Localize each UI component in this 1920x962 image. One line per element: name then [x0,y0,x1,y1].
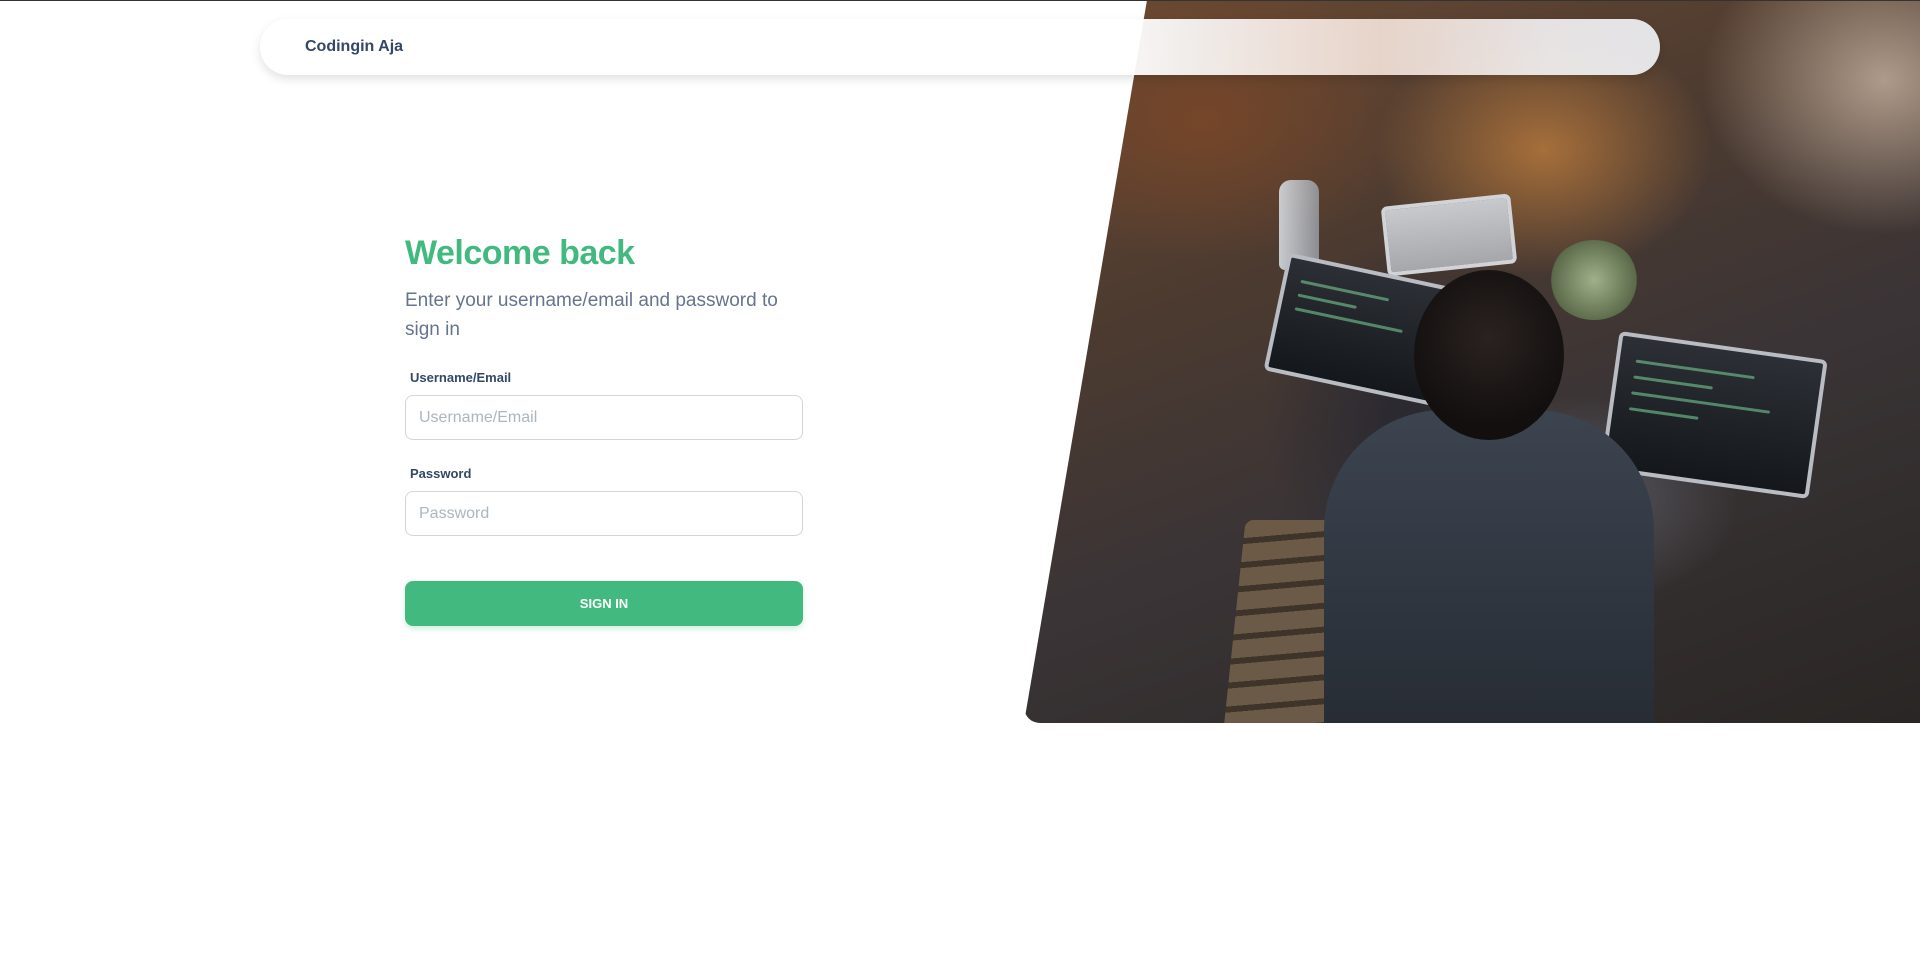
hero-plant [1549,240,1639,320]
page-title: Welcome back [405,234,635,272]
signin-form: Welcome back Enter your username/email a… [405,230,803,626]
sign-in-button[interactable]: SIGN IN [405,581,803,626]
page-subtitle: Enter your username/email and password t… [405,290,778,340]
brand-link[interactable]: Codingin Aja [305,19,403,75]
password-label: Password [410,466,472,481]
hero-image [1024,0,1920,723]
hero-person-body [1324,410,1654,723]
hero-person-head [1414,270,1564,440]
top-border [0,0,1920,1]
username-input[interactable] [405,395,803,440]
username-label: Username/Email [410,370,512,385]
navbar: Codingin Aja [260,19,1660,75]
password-input[interactable] [405,491,803,536]
hero-laptop-back [1380,193,1518,277]
